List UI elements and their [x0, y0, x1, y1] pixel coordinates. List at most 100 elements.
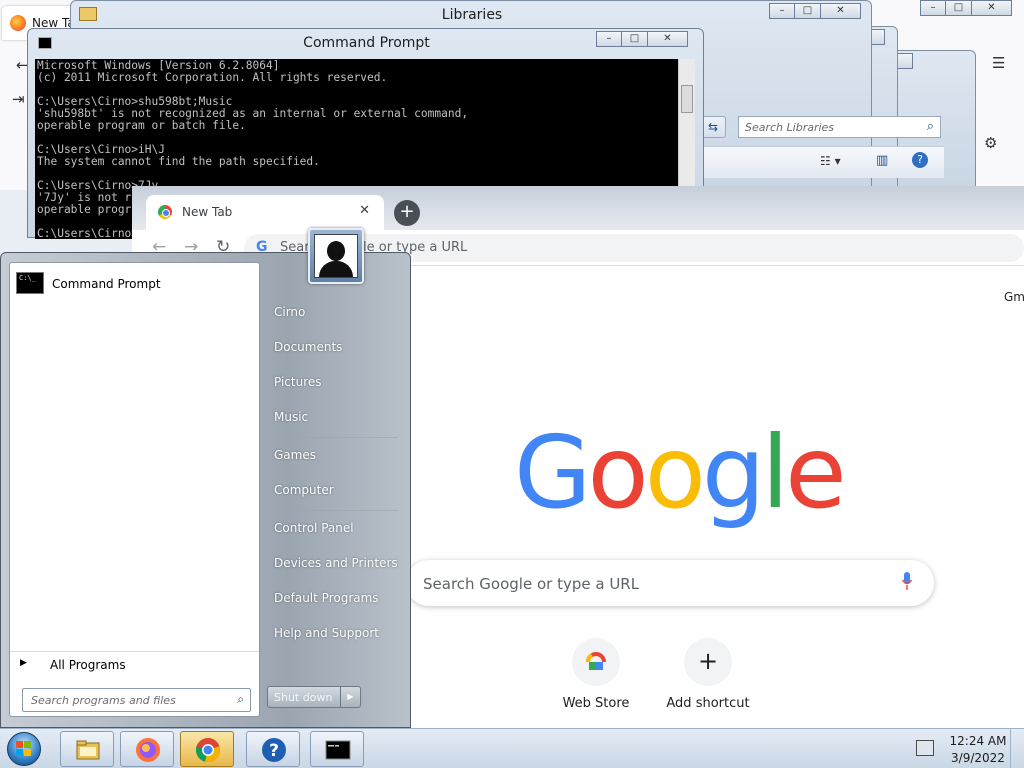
recent-program-command-prompt[interactable]: C:\_ Command Prompt — [14, 269, 254, 299]
separator — [270, 437, 398, 438]
gear-icon[interactable]: ⚙ — [984, 134, 997, 152]
triangle-right-icon: ▶ — [20, 658, 27, 668]
window-controls: –□✕ — [769, 3, 861, 21]
taskbar-windows-explorer[interactable] — [60, 731, 114, 767]
start-item-devices-and-printers[interactable]: Devices and Printers — [274, 556, 398, 570]
command-prompt-icon: C:\_ — [16, 272, 44, 294]
ntp-search-placeholder: Search Google or type a URL — [423, 575, 640, 593]
microphone-icon[interactable] — [902, 572, 912, 590]
google-logo-letter: l — [761, 414, 789, 531]
user-avatar[interactable] — [308, 228, 364, 284]
command-prompt-icon — [325, 740, 351, 760]
maximize-button[interactable]: □ — [795, 3, 821, 19]
start-search-input[interactable]: Search programs and files ⌕ — [22, 688, 251, 712]
minimize-button[interactable]: – — [920, 0, 946, 16]
start-item-control-panel[interactable]: Control Panel — [274, 521, 354, 535]
chrome-tabstrip: New Tab ✕ + — [132, 186, 1024, 230]
start-button[interactable] — [4, 730, 46, 768]
folder-icon — [79, 7, 97, 21]
maximize-button[interactable]: □ — [946, 0, 972, 16]
minimize-button[interactable]: – — [596, 31, 622, 47]
firefox-window-controls: – □ ✕ — [920, 0, 1012, 18]
shutdown-label: Shut down — [274, 691, 333, 704]
start-item-help-and-support[interactable]: Help and Support — [274, 626, 379, 640]
system-tray: 12:24 AM 3/9/2022 — [910, 729, 1024, 768]
start-menu-programs-pane: C:\_ Command Prompt ▶ All Programs Searc… — [9, 262, 260, 717]
user-body — [319, 261, 353, 277]
windows-flag-icon — [16, 741, 31, 756]
start-menu: C:\_ Command Prompt ▶ All Programs Searc… — [0, 252, 411, 728]
windows-explorer-icon — [76, 740, 100, 760]
all-programs-button[interactable]: ▶ All Programs — [10, 651, 259, 675]
taskbar: ? 12:24 AM 3/9/2022 — [0, 728, 1024, 768]
help-icon: ? — [262, 738, 286, 762]
preview-pane-icon[interactable]: ▥ — [876, 153, 888, 168]
firefox-icon — [10, 15, 26, 31]
view-options-icon[interactable]: ☷ ▾ — [820, 154, 841, 168]
taskbar-help[interactable]: ? — [246, 731, 300, 767]
clock-date[interactable]: 3/9/2022 — [948, 751, 1008, 765]
libraries-search-placeholder: Search Libraries — [745, 121, 835, 134]
libraries-toolbar: ☷ ▾ ▥ ? — [704, 146, 944, 178]
all-programs-label: All Programs — [50, 658, 126, 672]
firefox-icon — [136, 738, 160, 762]
search-icon: ⌕ — [926, 119, 934, 134]
web-store-icon — [572, 638, 620, 686]
network-icon[interactable] — [916, 740, 934, 756]
google-logo-letter: o — [644, 414, 706, 531]
user-head — [327, 241, 345, 261]
clock-time[interactable]: 12:24 AM — [948, 734, 1008, 748]
show-desktop-button[interactable] — [1010, 729, 1024, 768]
shortcut-web-store[interactable]: Web Store — [540, 638, 652, 730]
taskbar-firefox[interactable] — [120, 731, 174, 767]
console-line: operable program or batch file. — [37, 119, 246, 132]
libraries-title: Libraries — [441, 7, 503, 23]
close-button[interactable]: ✕ — [648, 31, 688, 47]
separator — [270, 510, 398, 511]
shutdown-button[interactable]: Shut down ▶ — [267, 686, 361, 708]
chrome-icon — [196, 738, 220, 762]
ntp-search-box[interactable]: Search Google or type a URL — [406, 560, 934, 606]
start-item-pictures[interactable]: Pictures — [274, 375, 322, 389]
start-item-games[interactable]: Games — [274, 448, 316, 462]
start-item-documents[interactable]: Documents — [274, 340, 342, 354]
console-line: (c) 2011 Microsoft Corporation. All righ… — [37, 71, 388, 84]
window-controls: –□✕ — [596, 31, 688, 49]
start-item-computer[interactable]: Computer — [274, 483, 334, 497]
libraries-search-input[interactable]: Search Libraries ⌕ — [738, 116, 941, 138]
help-icon[interactable]: ? — [912, 152, 928, 168]
taskbar-command-prompt[interactable] — [310, 731, 364, 767]
google-logo: Google — [514, 414, 847, 531]
gmail-link[interactable]: Gm — [1004, 290, 1024, 304]
chrome-tab-label: New Tab — [182, 205, 233, 219]
chrome-tab-new-tab[interactable]: New Tab ✕ — [146, 195, 384, 230]
shortcut-add[interactable]: + Add shortcut — [652, 638, 764, 730]
google-logo-letter: o — [587, 414, 649, 531]
minimize-button[interactable]: – — [769, 3, 795, 19]
console-line: The system cannot find the path specifie… — [37, 155, 320, 168]
google-logo-letter: e — [785, 414, 846, 531]
scrollbar-thumb[interactable] — [681, 85, 693, 113]
close-button[interactable]: ✕ — [972, 0, 1012, 16]
start-item-music[interactable]: Music — [274, 410, 308, 424]
start-item-default-programs[interactable]: Default Programs — [274, 591, 379, 605]
shutdown-options-arrow-icon[interactable]: ▶ — [340, 687, 360, 707]
maximize-button[interactable]: □ — [622, 31, 648, 47]
new-tab-button[interactable]: + — [394, 200, 420, 226]
shortcut-label: Add shortcut — [666, 696, 750, 711]
close-tab-icon[interactable]: ✕ — [359, 203, 370, 218]
svg-text:?: ? — [269, 741, 279, 761]
import-icon[interactable]: ⇥ — [12, 90, 25, 108]
google-logo-letter: G — [514, 414, 591, 531]
recent-program-label: Command Prompt — [52, 277, 161, 291]
user-icon — [314, 234, 358, 278]
start-item-user[interactable]: Cirno — [274, 305, 305, 319]
plus-icon: + — [684, 638, 732, 686]
start-search-placeholder: Search programs and files — [31, 694, 176, 707]
taskbar-chrome[interactable] — [180, 731, 234, 767]
close-button[interactable]: ✕ — [821, 3, 861, 19]
shortcut-label: Web Store — [562, 696, 630, 711]
menu-icon[interactable]: ☰ — [992, 54, 1005, 72]
search-icon: ⌕ — [237, 692, 244, 706]
google-logo-letter: g — [701, 414, 766, 531]
